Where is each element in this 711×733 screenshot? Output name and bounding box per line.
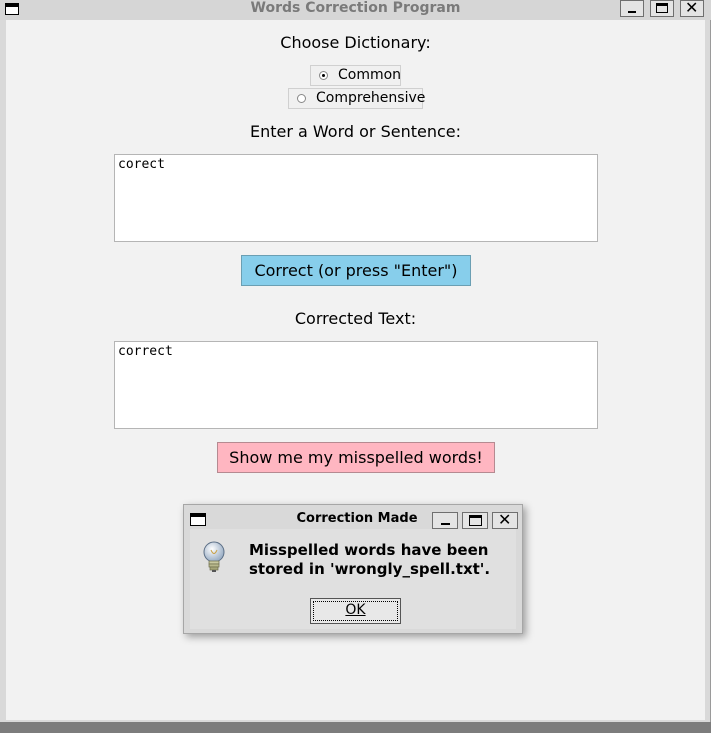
ok-button-label: OK bbox=[345, 602, 366, 618]
close-button[interactable]: ✕ bbox=[680, 0, 704, 17]
minimize-icon bbox=[628, 11, 636, 13]
dialog-message: Misspelled words have been stored in 'wr… bbox=[249, 541, 491, 578]
radio-comprehensive[interactable]: Comprehensive bbox=[288, 88, 426, 109]
window-title: Words Correction Program bbox=[250, 0, 461, 16]
dialog-title: Correction Made bbox=[296, 511, 418, 526]
maximize-icon bbox=[656, 3, 668, 13]
dictionary-label: Choose Dictionary: bbox=[280, 33, 431, 52]
radio-common-label: Common bbox=[338, 67, 402, 83]
dialog-minimize-button[interactable] bbox=[432, 512, 458, 529]
dialog-window-menu-icon[interactable] bbox=[190, 513, 206, 526]
close-icon: ✕ bbox=[685, 0, 699, 17]
title-bar[interactable]: Words Correction Program ✕ bbox=[0, 0, 711, 20]
minimize-button[interactable] bbox=[620, 0, 644, 17]
dialog-maximize-button[interactable] bbox=[462, 512, 488, 529]
output-label: Corrected Text: bbox=[294, 309, 417, 328]
dialog-body: Misspelled words have been stored in 'wr… bbox=[190, 529, 516, 629]
maximize-button[interactable] bbox=[650, 0, 674, 17]
correction-dialog: Correction Made ✕ Misspelled words have … bbox=[183, 504, 523, 634]
output-text-area[interactable]: correct bbox=[114, 341, 598, 429]
dialog-close-button[interactable]: ✕ bbox=[492, 510, 518, 529]
dialog-title-bar[interactable]: Correction Made ✕ bbox=[184, 507, 522, 529]
minimize-icon bbox=[441, 523, 450, 525]
desktop-background bbox=[0, 722, 711, 733]
show-misspelled-button[interactable]: Show me my misspelled words! bbox=[217, 442, 495, 473]
radio-comprehensive-label: Comprehensive bbox=[316, 90, 426, 106]
lightbulb-icon bbox=[203, 541, 225, 572]
maximize-icon bbox=[469, 515, 482, 526]
close-icon: ✕ bbox=[498, 510, 512, 529]
input-text-area[interactable]: corect bbox=[114, 154, 598, 242]
ok-button[interactable]: OK bbox=[310, 598, 401, 624]
radio-indicator-selected bbox=[319, 71, 328, 80]
correct-button[interactable]: Correct (or press "Enter") bbox=[241, 255, 471, 286]
input-label: Enter a Word or Sentence: bbox=[249, 122, 461, 141]
radio-common[interactable]: Common bbox=[310, 65, 401, 86]
radio-indicator bbox=[297, 94, 306, 103]
